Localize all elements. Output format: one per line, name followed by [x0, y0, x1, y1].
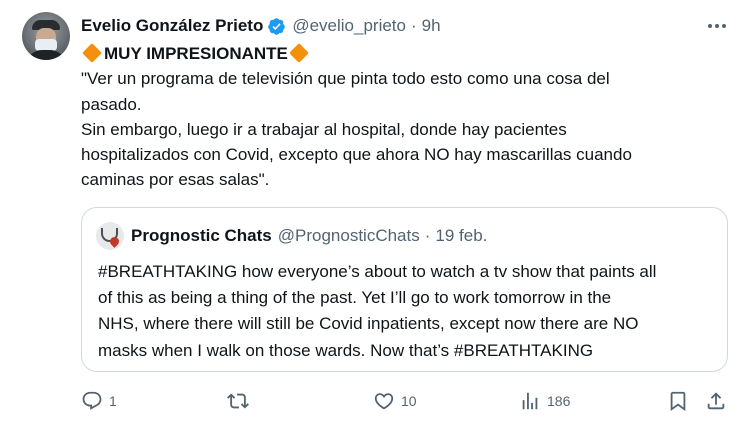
bookmark-icon: [667, 390, 689, 412]
quoted-date[interactable]: 19 feb.: [435, 226, 487, 246]
views-button[interactable]: 186: [519, 386, 570, 416]
tweet-time[interactable]: 9h: [422, 16, 441, 36]
retweet-icon: [227, 390, 249, 412]
separator: ·: [424, 226, 431, 245]
quoted-text-line: #BREATHTAKING how everyone’s about to wa…: [98, 262, 657, 281]
tweet-text-line: pasado.: [81, 94, 142, 114]
headline-line: MUY IMPRESIONANTE: [81, 41, 701, 66]
tweet-text-line: caminas por esas salas".: [81, 170, 270, 190]
author-handle[interactable]: @evelio_prieto: [292, 16, 406, 36]
more-options-icon[interactable]: [702, 14, 732, 38]
like-button[interactable]: 10: [373, 386, 417, 416]
share-button[interactable]: [705, 386, 727, 416]
author-name[interactable]: Evelio González Prieto: [81, 16, 263, 36]
quoted-text-line: masks when I walk on those wards. Now th…: [98, 340, 594, 360]
quoted-author-name[interactable]: Prognostic Chats: [131, 226, 272, 246]
quoted-text-line: of this as being a thing of the past. Ye…: [98, 288, 612, 308]
quoted-header: Prognostic Chats @PrognosticChats · 19 f…: [131, 224, 487, 248]
quoted-author-handle[interactable]: @PrognosticChats: [278, 226, 420, 246]
reply-count: 1: [109, 393, 117, 409]
quoted-tweet[interactable]: Prognostic Chats @PrognosticChats · 19 f…: [81, 207, 728, 372]
action-bar: 1 10 186: [0, 386, 746, 416]
retweet-button[interactable]: [227, 386, 249, 416]
verified-badge-icon: [267, 17, 286, 36]
separator: ·: [410, 16, 417, 35]
avatar[interactable]: [22, 12, 70, 60]
tweet-text-line: Sin embargo, luego ir a trabajar al hosp…: [81, 119, 567, 139]
orange-diamond-icon: [288, 43, 309, 63]
share-icon: [705, 390, 727, 412]
tweet: Evelio González Prieto @evelio_prieto · …: [0, 0, 746, 430]
tweet-header: Evelio González Prieto @evelio_prieto · …: [81, 14, 441, 38]
tweet-text: MUY IMPRESIONANTE "Ver un programa de te…: [81, 41, 701, 193]
tweet-text-line: "Ver un programa de televisión que pinta…: [81, 69, 610, 89]
tweet-text-line: hospitalizados con Covid, excepto que ah…: [81, 145, 632, 165]
quoted-text-line: NHS, where there will still be Covid inp…: [98, 314, 639, 334]
reply-icon: [81, 390, 103, 412]
reply-button[interactable]: 1: [81, 386, 117, 416]
views-chart-icon: [519, 390, 541, 412]
orange-diamond-icon: [82, 43, 102, 63]
quoted-avatar[interactable]: [96, 222, 124, 250]
bookmark-button[interactable]: [667, 386, 689, 416]
headline: MUY IMPRESIONANTE: [104, 44, 288, 63]
quoted-text: #BREATHTAKING how everyone’s about to wa…: [98, 259, 718, 364]
views-count: 186: [547, 393, 571, 409]
heart-icon: [373, 390, 395, 412]
like-count: 10: [401, 393, 417, 409]
